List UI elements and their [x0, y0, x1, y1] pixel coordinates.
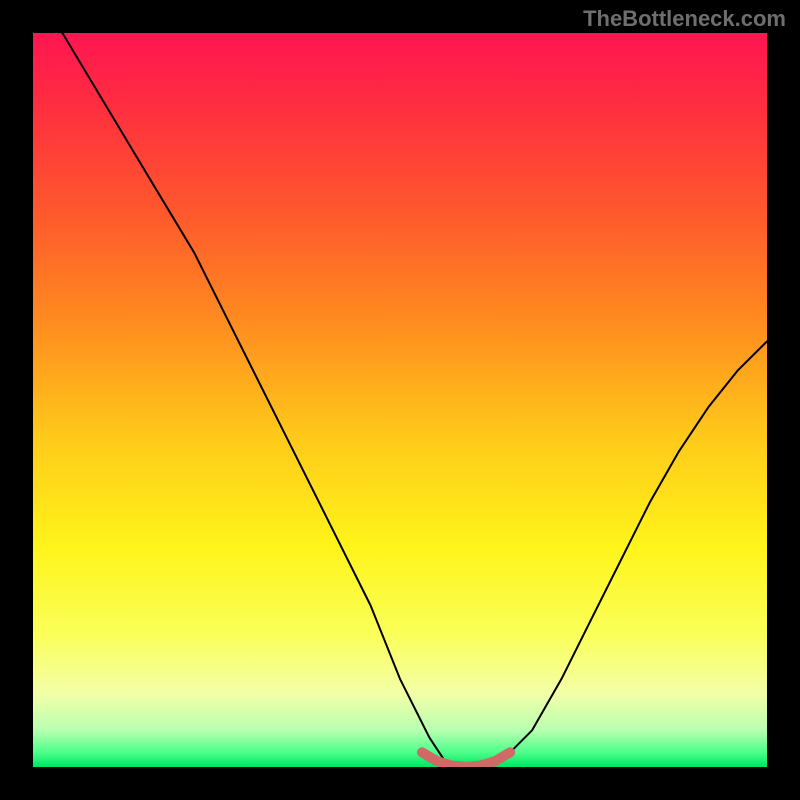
watermark-text: TheBottleneck.com	[583, 6, 786, 32]
gradient-background	[33, 33, 767, 767]
plot-svg	[33, 33, 767, 767]
chart-frame: TheBottleneck.com	[0, 0, 800, 800]
plot-area	[33, 33, 767, 767]
